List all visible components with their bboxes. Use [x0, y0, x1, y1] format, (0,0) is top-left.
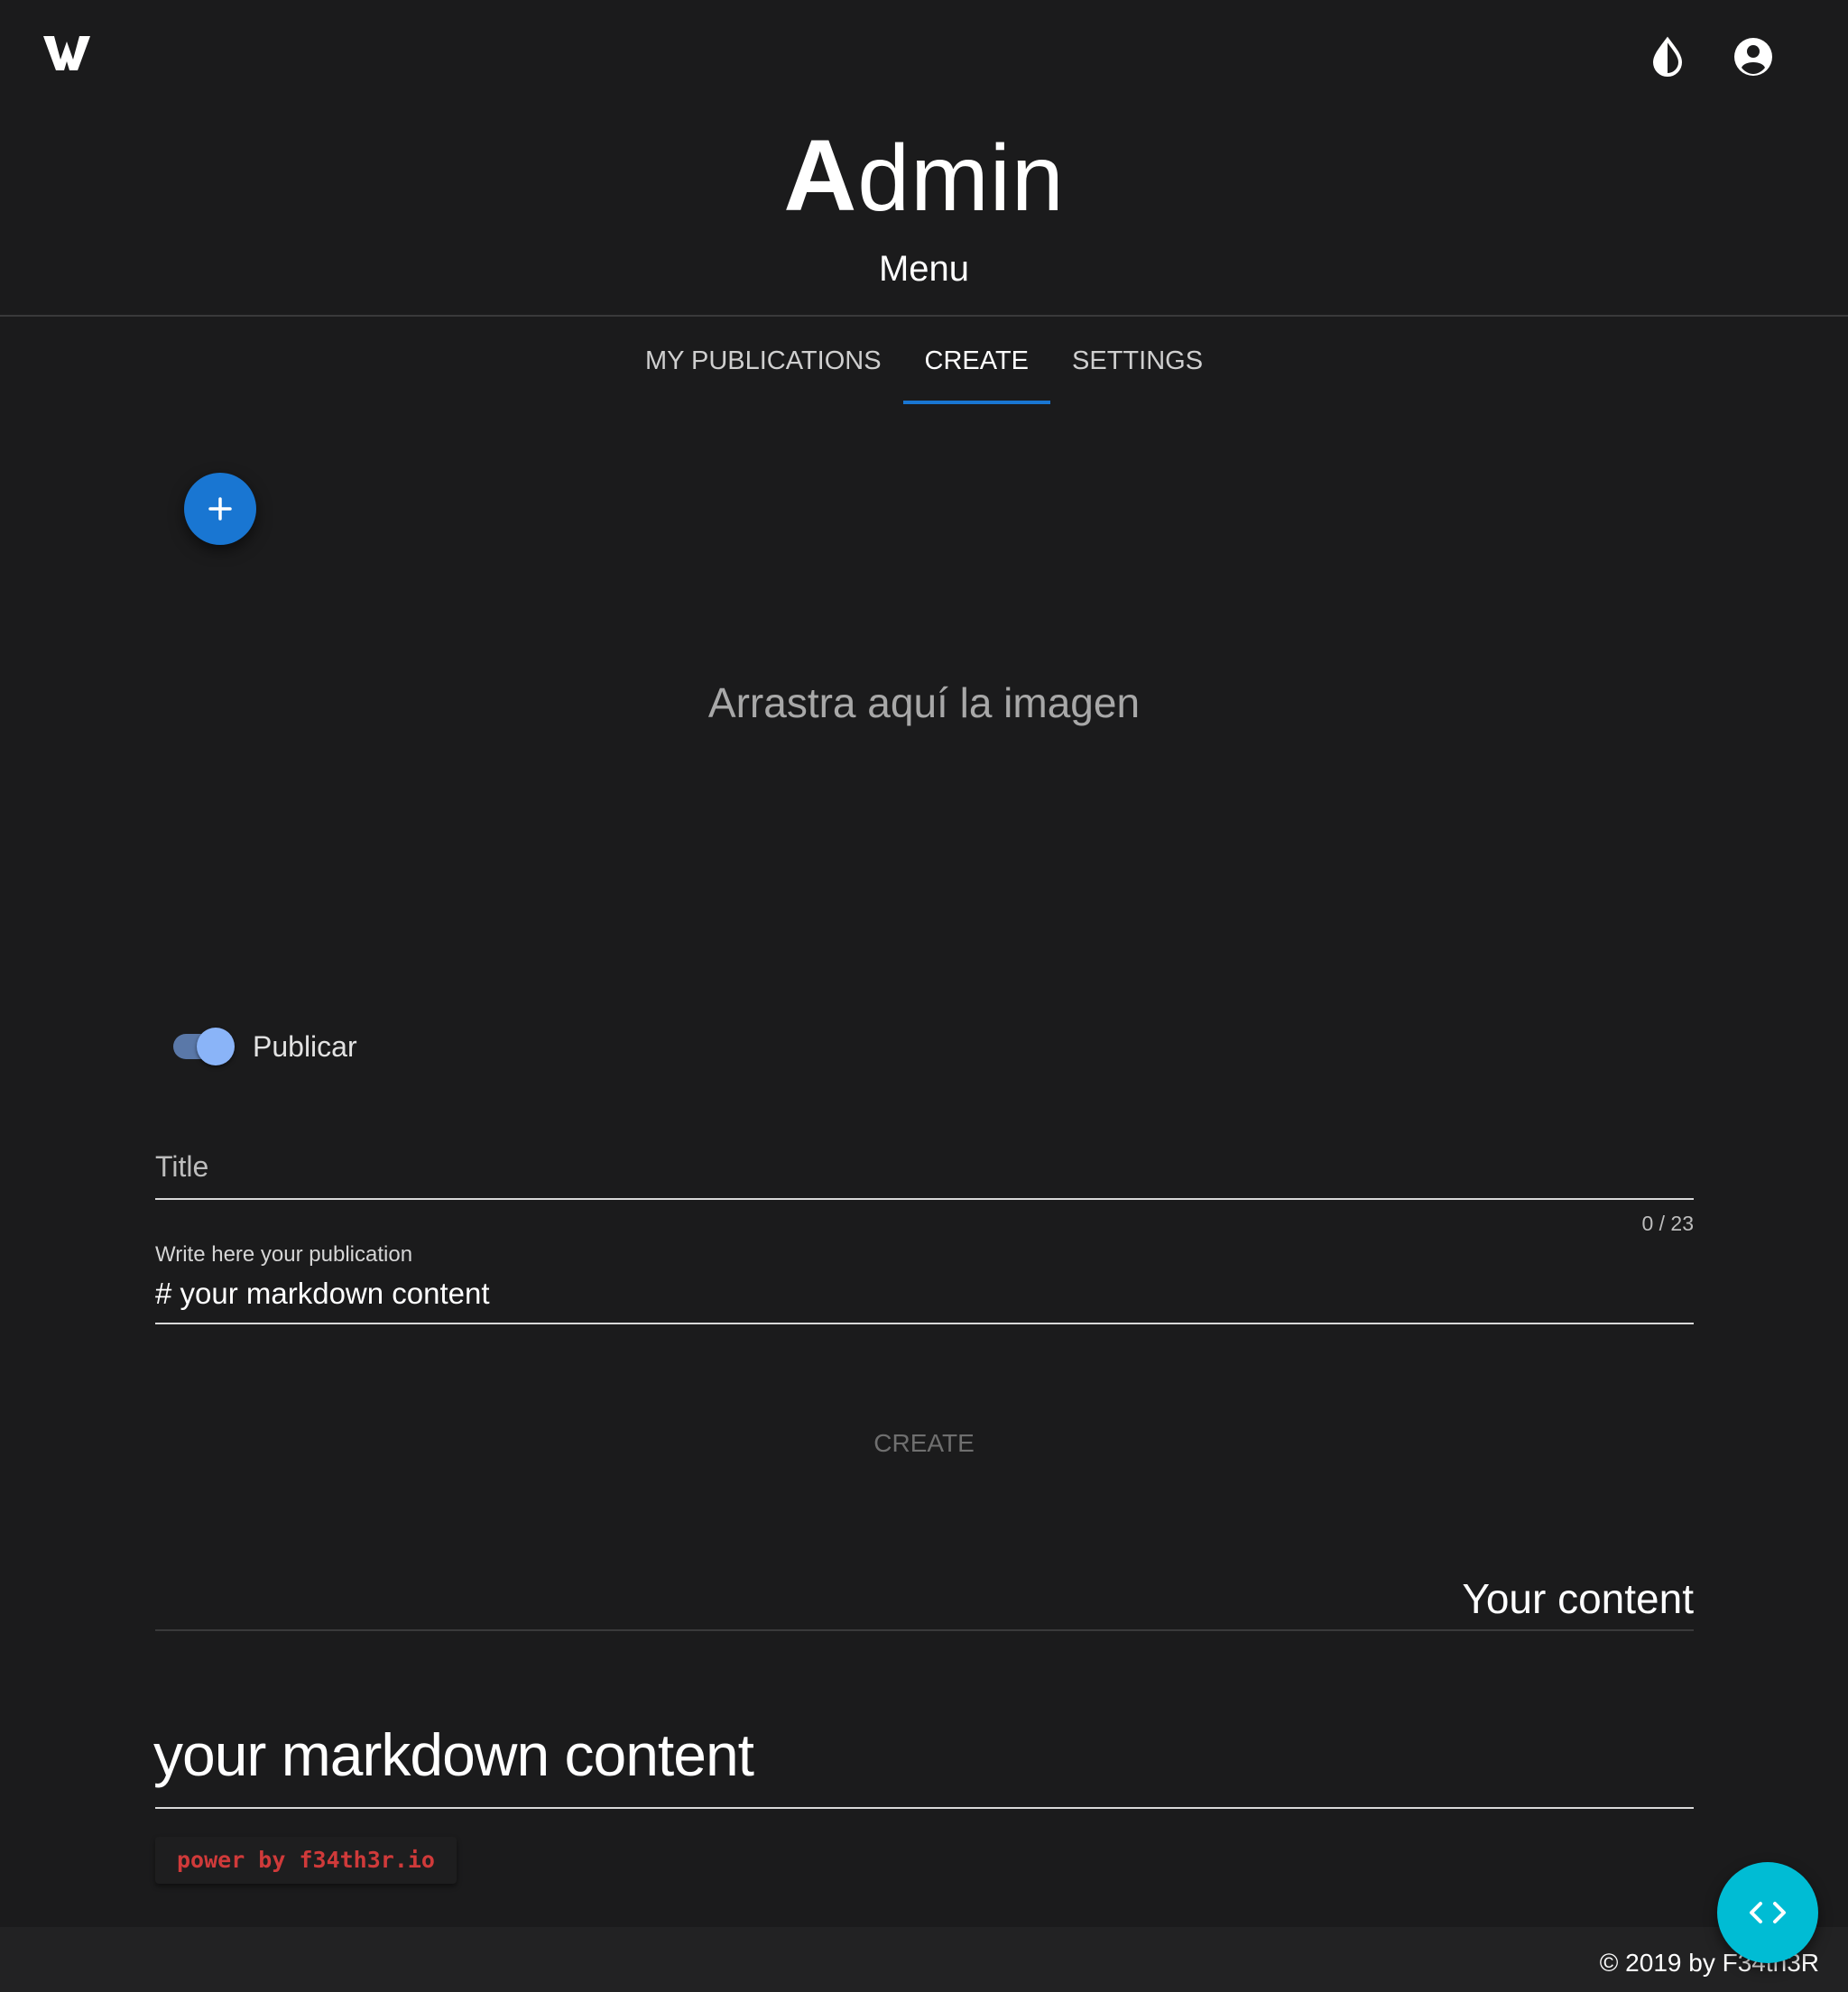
- top-app-bar: [0, 0, 1848, 108]
- contrast-icon[interactable]: [1647, 36, 1688, 78]
- header-divider: [0, 315, 1848, 317]
- account-circle-icon[interactable]: [1732, 36, 1774, 78]
- plus-icon: [208, 497, 232, 521]
- page-subtitle: Menu: [878, 249, 970, 289]
- add-image-button[interactable]: [184, 473, 256, 545]
- code-fab-button[interactable]: [1717, 1862, 1818, 1963]
- publish-toggle-label: Publicar: [253, 1030, 357, 1063]
- code-brackets-icon: [1750, 1902, 1786, 1923]
- footer: © 2019 by F34th3R: [0, 1927, 1848, 1992]
- tab-settings[interactable]: SETTINGS: [1050, 332, 1224, 404]
- tab-bar: MY PUBLICATIONS CREATE SETTINGS: [0, 332, 1848, 404]
- page-title: Admin: [0, 117, 1848, 237]
- publication-content-value: # your markdown content: [155, 1277, 490, 1310]
- tab-create[interactable]: CREATE: [902, 332, 1051, 404]
- publication-content-label: Write here your publication: [155, 1242, 413, 1267]
- preview-heading: Your content: [1462, 1575, 1694, 1622]
- preview-code-snippet: power by f34th3r.io: [155, 1837, 457, 1884]
- preview-divider: [155, 1629, 1694, 1631]
- tab-my-publications[interactable]: MY PUBLICATIONS: [624, 332, 903, 404]
- title-input[interactable]: Title: [155, 1139, 1694, 1200]
- page-title-rest: dmin: [857, 126, 1065, 231]
- preview-markdown-h1: your markdown content: [153, 1721, 754, 1788]
- publish-toggle[interactable]: [171, 1027, 236, 1066]
- page-title-initial: A: [783, 119, 858, 232]
- create-button[interactable]: CREATE: [834, 1420, 1014, 1467]
- publish-toggle-thumb: [197, 1028, 235, 1065]
- title-char-counter: 0 / 23: [1641, 1212, 1694, 1235]
- image-dropzone[interactable]: Arrastra aquí la imagen: [0, 671, 1848, 734]
- publication-content-input[interactable]: Write here your publication # your markd…: [155, 1238, 1694, 1324]
- w-logo-icon[interactable]: [43, 32, 90, 74]
- title-placeholder: Title: [155, 1150, 209, 1183]
- preview-h1-divider: [155, 1807, 1694, 1809]
